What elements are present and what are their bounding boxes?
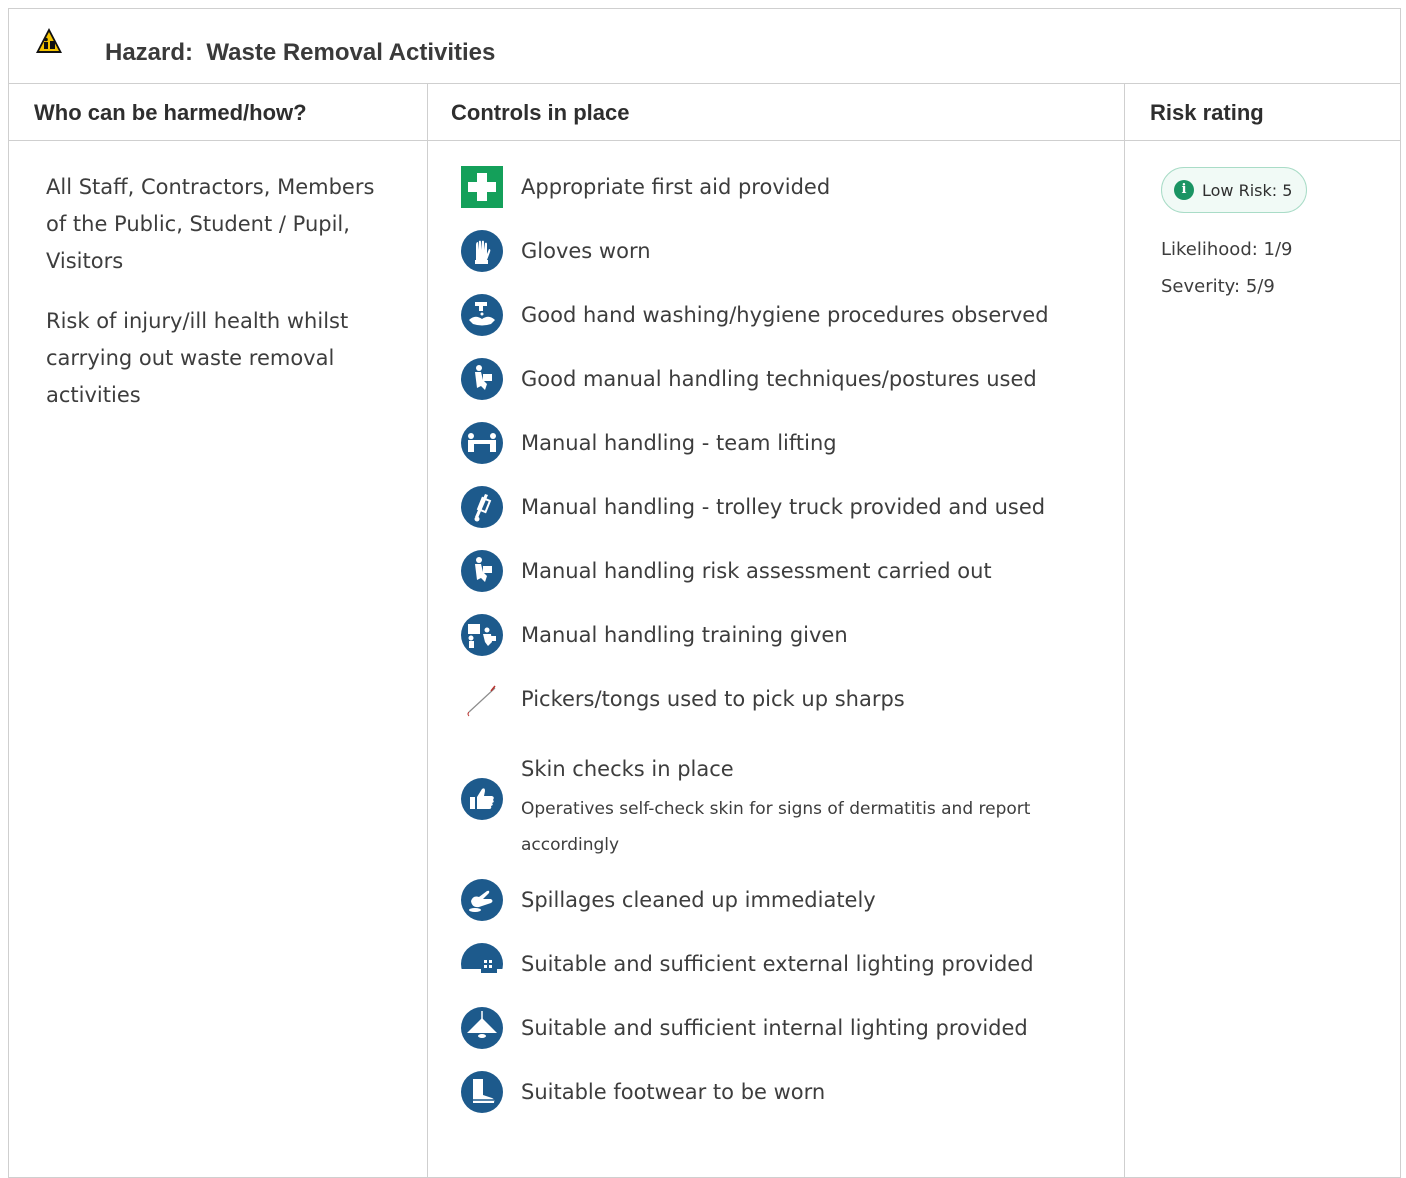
risk-severity: Severity: 5/9 bbox=[1161, 276, 1275, 297]
column-header-risk: Risk rating bbox=[1124, 83, 1400, 141]
control-item: Pickers/tongs used to pick up sharps bbox=[461, 679, 1121, 719]
control-item: Gloves worn bbox=[461, 230, 1121, 272]
warning-triangle-icon bbox=[36, 28, 62, 53]
control-label: Suitable footwear to be worn bbox=[521, 1080, 826, 1104]
control-item: Manual handling risk assessment carried … bbox=[461, 550, 1121, 592]
risk-badge-label: Low Risk: 5 bbox=[1202, 180, 1293, 200]
control-label: Manual handling risk assessment carried … bbox=[521, 559, 992, 583]
column-header-risk-label: Risk rating bbox=[1150, 100, 1264, 125]
hazard-name: Waste Removal Activities bbox=[206, 39, 496, 66]
control-label: Skin checks in place bbox=[521, 757, 734, 781]
team-lifting-icon bbox=[461, 422, 503, 464]
control-label: Manual handling - trolley truck provided… bbox=[521, 495, 1046, 519]
column-header-who-label: Who can be harmed/how? bbox=[34, 100, 307, 125]
control-label: Suitable and sufficient external lightin… bbox=[521, 952, 1034, 976]
column-header-who: Who can be harmed/how? bbox=[9, 83, 427, 141]
lifting-posture-icon bbox=[461, 358, 503, 400]
external-lighting-icon bbox=[461, 943, 503, 985]
who-people: All Staff, Contractors, Members of the P… bbox=[46, 175, 375, 273]
control-note: Operatives self-check skin for signs of … bbox=[521, 799, 1031, 855]
control-item: Appropriate first aid provided bbox=[461, 166, 1121, 208]
ceiling-lamp-icon bbox=[461, 1007, 503, 1049]
control-item: Suitable footwear to be worn bbox=[461, 1071, 1121, 1113]
control-item: Manual handling - trolley truck provided… bbox=[461, 486, 1121, 528]
safety-boot-icon bbox=[461, 1071, 503, 1113]
control-label: Good hand washing/hygiene procedures obs… bbox=[521, 303, 1049, 327]
first-aid-icon bbox=[461, 166, 503, 208]
hazard-header: Hazard: Waste Removal Activities bbox=[9, 9, 1400, 84]
control-item: Skin checks in place Operatives self-che… bbox=[461, 743, 1121, 855]
column-divider bbox=[1124, 83, 1125, 1177]
control-label: Appropriate first aid provided bbox=[521, 175, 831, 199]
control-label: Good manual handling techniques/postures… bbox=[521, 367, 1037, 391]
lifting-posture-icon bbox=[461, 550, 503, 592]
control-item: Spillages cleaned up immediately bbox=[461, 879, 1121, 921]
training-icon bbox=[461, 614, 503, 656]
control-item: Manual handling - team lifting bbox=[461, 422, 1121, 464]
control-item: Good manual handling techniques/postures… bbox=[461, 358, 1121, 400]
picker-tongs-icon bbox=[467, 685, 496, 717]
thumbs-up-icon bbox=[461, 778, 503, 820]
hazard-title: Hazard: Waste Removal Activities bbox=[105, 39, 495, 67]
column-header-controls: Controls in place bbox=[427, 83, 1124, 141]
control-item: Suitable and sufficient internal lightin… bbox=[461, 1007, 1121, 1049]
hazard-label: Hazard: bbox=[105, 39, 194, 66]
control-label: Suitable and sufficient internal lightin… bbox=[521, 1016, 1028, 1040]
trolley-truck-icon bbox=[461, 486, 503, 528]
hazard-panel: Hazard: Waste Removal Activities Who can… bbox=[8, 8, 1401, 1178]
control-label: Manual handling training given bbox=[521, 623, 848, 647]
control-item: Good hand washing/hygiene procedures obs… bbox=[461, 294, 1121, 336]
who-how: Risk of injury/ill health whilst carryin… bbox=[46, 309, 349, 407]
risk-likelihood: Likelihood: 1/9 bbox=[1161, 239, 1293, 260]
hand-washing-icon bbox=[461, 294, 503, 336]
info-icon: i bbox=[1174, 180, 1194, 200]
control-label: Spillages cleaned up immediately bbox=[521, 888, 876, 912]
column-header-controls-label: Controls in place bbox=[451, 100, 630, 125]
spillage-cleanup-icon bbox=[461, 879, 503, 921]
control-label: Gloves worn bbox=[521, 239, 651, 263]
control-item: Suitable and sufficient external lightin… bbox=[461, 943, 1121, 985]
control-label: Manual handling - team lifting bbox=[521, 431, 837, 455]
risk-badge[interactable]: i Low Risk: 5 bbox=[1161, 167, 1308, 213]
column-divider bbox=[427, 83, 428, 1177]
control-item: Manual handling training given bbox=[461, 614, 1121, 656]
gloves-icon bbox=[461, 230, 503, 272]
control-label: Pickers/tongs used to pick up sharps bbox=[521, 687, 905, 711]
